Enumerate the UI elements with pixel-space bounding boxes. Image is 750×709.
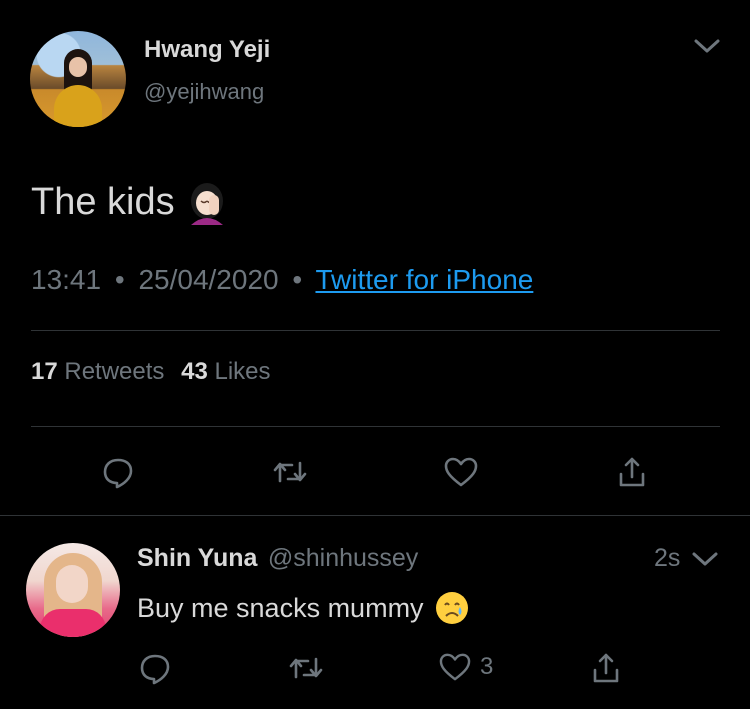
likes-count: 43 bbox=[181, 358, 208, 385]
divider bbox=[31, 426, 720, 427]
reply-time: 2s bbox=[654, 544, 681, 572]
divider bbox=[31, 330, 720, 331]
reply-like-button[interactable]: 3 bbox=[438, 652, 493, 682]
likes-stat[interactable]: 43 Likes bbox=[181, 358, 270, 385]
reply-avatar[interactable] bbox=[26, 543, 120, 637]
crying-face-emoji-icon bbox=[434, 590, 470, 626]
tweet-body: The kids bbox=[31, 179, 229, 225]
reply-body: Buy me snacks mummy bbox=[137, 590, 470, 626]
avatar-coat bbox=[54, 85, 102, 127]
like-icon bbox=[438, 652, 472, 682]
retweet-icon[interactable] bbox=[272, 457, 308, 487]
source-link[interactable]: Twitter for iPhone bbox=[315, 264, 533, 295]
tweet-date: 25/04/2020 bbox=[138, 264, 279, 295]
retweet-icon[interactable] bbox=[288, 653, 324, 683]
share-icon[interactable] bbox=[617, 456, 647, 488]
avatar-face bbox=[56, 565, 88, 603]
display-name[interactable]: Hwang Yeji bbox=[144, 36, 270, 64]
reply-chevron-down-icon[interactable] bbox=[690, 548, 720, 570]
tweet-text: The kids bbox=[31, 180, 175, 223]
handle[interactable]: @yejihwang bbox=[144, 79, 264, 105]
separator: • bbox=[292, 264, 303, 295]
tweet-time: 13:41 bbox=[31, 264, 102, 295]
retweets-label: Retweets bbox=[64, 358, 165, 385]
avatar[interactable] bbox=[30, 31, 126, 127]
facepalm-emoji-icon bbox=[185, 179, 229, 225]
reply-icon[interactable] bbox=[138, 652, 172, 686]
separator: • bbox=[114, 264, 125, 295]
engagement-counts: 17 Retweets 43 Likes bbox=[31, 358, 271, 386]
retweets-stat[interactable]: 17 Retweets bbox=[31, 358, 171, 385]
divider bbox=[0, 515, 750, 516]
reply-handle[interactable]: @shinhussey bbox=[268, 544, 418, 572]
avatar-face bbox=[69, 57, 87, 77]
likes-label: Likes bbox=[214, 358, 271, 385]
retweets-count: 17 bbox=[31, 358, 58, 385]
reply-like-count: 3 bbox=[480, 653, 494, 680]
like-icon[interactable] bbox=[443, 456, 479, 488]
share-icon[interactable] bbox=[591, 652, 621, 684]
chevron-down-icon[interactable] bbox=[692, 35, 722, 57]
tweet-meta: 13:41 • 25/04/2020 • Twitter for iPhone bbox=[31, 264, 533, 296]
reply-header: Shin Yuna @shinhussey bbox=[137, 544, 418, 573]
avatar-clothing bbox=[40, 609, 106, 637]
reply-icon[interactable] bbox=[101, 456, 135, 490]
reply-text: Buy me snacks mummy bbox=[137, 592, 424, 623]
reply-display-name[interactable]: Shin Yuna bbox=[137, 544, 257, 572]
